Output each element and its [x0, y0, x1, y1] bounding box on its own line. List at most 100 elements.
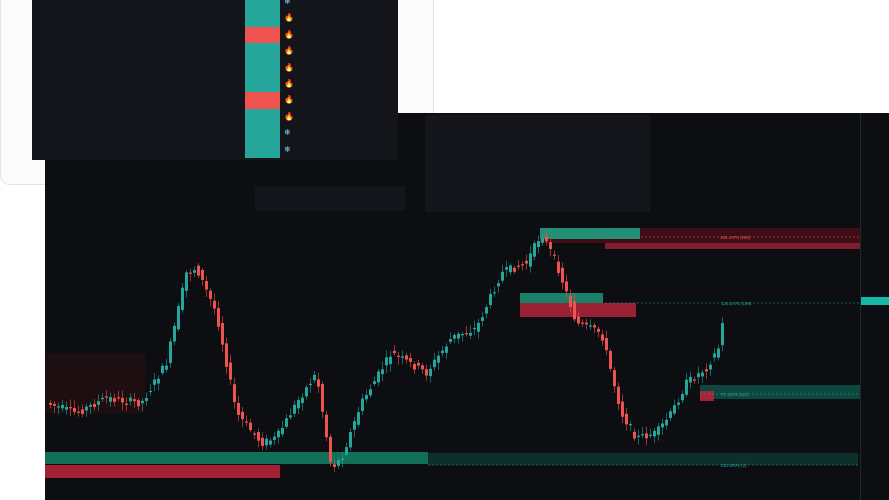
- candle-body: [125, 403, 128, 405]
- candle-body: [657, 426, 660, 435]
- candle-body: [529, 253, 532, 267]
- candle-body: [245, 421, 248, 423]
- candle-body: [517, 265, 520, 267]
- fire-icon: 🔥: [284, 29, 294, 39]
- candle-body: [681, 393, 684, 401]
- fire-icon: 🔥: [284, 95, 294, 105]
- candle-body: [661, 423, 664, 428]
- candle-body: [717, 348, 720, 358]
- screener-row[interactable]: ❄: [32, 141, 398, 158]
- candle-body: [477, 322, 480, 332]
- candle-body: [489, 293, 492, 306]
- signal-badge: [245, 92, 280, 109]
- candle-body: [357, 412, 360, 425]
- candle-body: [261, 437, 264, 446]
- demand-zone: [428, 453, 858, 465]
- candle-body: [133, 399, 136, 402]
- candle-body: [509, 265, 512, 273]
- candle-body: [101, 397, 104, 400]
- supply-zone: [605, 243, 860, 249]
- candle-body: [289, 415, 292, 418]
- candle-body: [685, 379, 688, 395]
- candle-body: [385, 357, 388, 366]
- candle-body: [77, 411, 80, 413]
- candle-body: [673, 405, 676, 414]
- candle-body: [221, 322, 224, 345]
- candle-body: [381, 369, 384, 375]
- screener-row[interactable]: ❄: [32, 0, 398, 11]
- candle-body: [361, 398, 364, 411]
- candle-body: [449, 339, 452, 342]
- signal-badge: [245, 26, 280, 44]
- screener-row[interactable]: ❄: [32, 125, 398, 142]
- screener-row[interactable]: 🔥: [32, 108, 398, 126]
- candle-body: [73, 407, 76, 412]
- candle-body: [181, 287, 184, 310]
- candle-body: [417, 362, 420, 366]
- signal-badge: [245, 76, 280, 93]
- candle-body: [425, 369, 428, 376]
- candle-body: [569, 295, 572, 307]
- candle-body: [273, 436, 276, 440]
- candle-body: [445, 346, 448, 353]
- candle-body: [277, 430, 280, 438]
- candle-body: [557, 261, 560, 273]
- candle-body: [169, 341, 172, 363]
- candle-body: [573, 301, 576, 320]
- candle-body: [93, 403, 96, 408]
- demand-block: [520, 293, 603, 303]
- candle-body: [721, 323, 724, 346]
- candle-body: [145, 397, 148, 402]
- candle-body: [293, 404, 296, 414]
- candle-body: [237, 403, 240, 415]
- candle-body: [665, 419, 668, 426]
- candle-body: [225, 343, 228, 367]
- candle-body: [177, 306, 180, 330]
- screener-row[interactable]: 🔥: [32, 59, 398, 76]
- candle-body: [461, 333, 464, 336]
- candle-body: [689, 376, 692, 383]
- supply-block: [700, 391, 714, 401]
- candle-body: [349, 432, 352, 448]
- signal-badge: [245, 141, 280, 158]
- candle-body: [129, 397, 132, 402]
- candle-body: [249, 422, 252, 431]
- candle-body: [265, 438, 268, 446]
- candle-body: [377, 371, 380, 383]
- candle-body: [621, 401, 624, 417]
- candle-body: [605, 338, 608, 351]
- candle-body: [97, 401, 100, 405]
- candle-body: [389, 356, 392, 365]
- candle-body: [337, 460, 340, 466]
- mini-screener: [255, 187, 405, 211]
- screener-row[interactable]: 🔥: [32, 26, 398, 44]
- screener-row[interactable]: 🔥: [32, 76, 398, 93]
- candle-body: [241, 411, 244, 420]
- candle-body: [205, 281, 208, 290]
- screener-row[interactable]: 🔥: [32, 10, 398, 27]
- candle-body: [369, 389, 372, 396]
- candle-body: [677, 402, 680, 405]
- price-axis[interactable]: [860, 113, 889, 500]
- candle-body: [393, 350, 396, 354]
- fire-icon: 🔥: [284, 62, 294, 72]
- candle-body: [213, 300, 216, 309]
- candle-body: [577, 316, 580, 324]
- candle-body: [409, 358, 412, 362]
- candle-body: [281, 427, 284, 435]
- candle-body: [333, 464, 336, 467]
- candle-body: [609, 350, 612, 369]
- candle-body: [201, 269, 204, 280]
- candle-body: [317, 379, 320, 387]
- candle-body: [697, 373, 700, 378]
- candle-body: [493, 292, 496, 294]
- screener-row[interactable]: 🔥: [32, 92, 398, 109]
- candle-body: [649, 434, 652, 436]
- screener-table: ❄ 🔥 🔥 🔥 🔥 🔥 🔥 🔥 ❄ ❄: [32, 0, 398, 160]
- chart-panel[interactable]: 166.1976 (286) 125.2476 (196) 77.4276 (113…: [45, 113, 889, 500]
- candle-body: [269, 440, 272, 445]
- candle-body: [629, 424, 632, 426]
- signal-badge: [245, 10, 280, 27]
- candle-body: [173, 325, 176, 342]
- screener-row[interactable]: 🔥: [32, 43, 398, 60]
